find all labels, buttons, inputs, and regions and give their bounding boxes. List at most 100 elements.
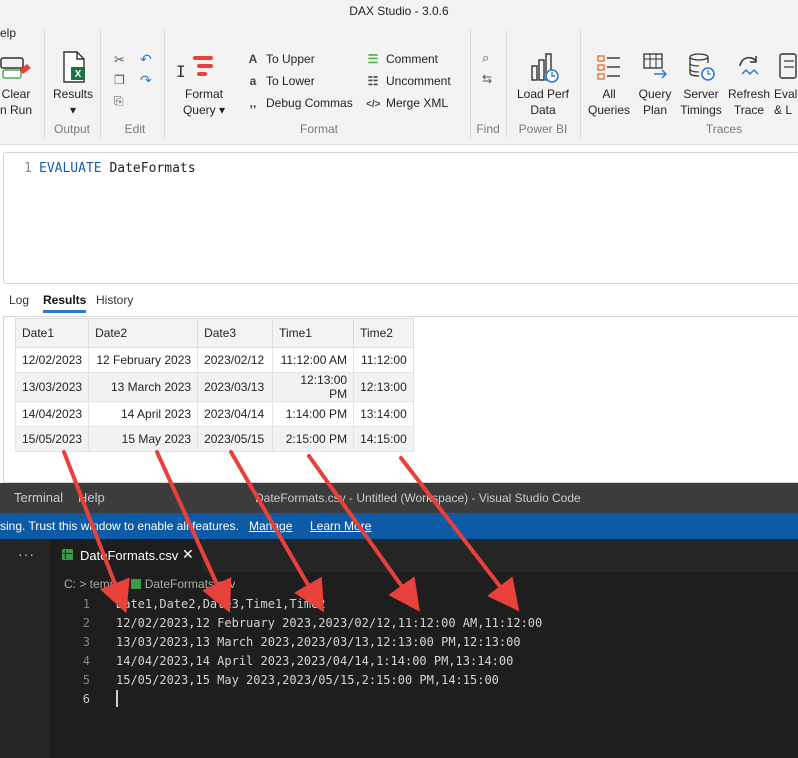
ribbon: elp Clear n Run X Results ▾ Output ✂ ↶ ❐… bbox=[0, 24, 798, 145]
cell-date1[interactable]: 12/02/2023 bbox=[14, 347, 90, 373]
menu-terminal[interactable]: Terminal bbox=[14, 490, 63, 505]
cell-date3[interactable]: 2023/02/12 bbox=[197, 347, 274, 373]
load-perf-data-button[interactable]: Load Perf Data bbox=[512, 50, 574, 118]
output-tabs: Log Results History bbox=[0, 290, 798, 314]
column-header-date2[interactable]: Date2 bbox=[88, 318, 199, 348]
group-separator bbox=[44, 30, 45, 138]
cell-time2[interactable]: 13:14:00 bbox=[353, 401, 414, 427]
line-number: 5 bbox=[82, 673, 90, 687]
cell-date1[interactable]: 15/05/2023 bbox=[14, 426, 90, 452]
more-actions-icon[interactable]: ··· bbox=[18, 546, 35, 562]
paste-icon: ⎘ bbox=[114, 94, 124, 108]
paste-button[interactable]: ⎘ bbox=[114, 94, 124, 109]
restricted-mode-banner: sing. Trust this window to enable all fe… bbox=[0, 513, 798, 539]
replace-button[interactable]: ⇆ bbox=[482, 72, 492, 86]
breadcrumb[interactable]: C: > temp > DateFormats.csv bbox=[64, 577, 235, 591]
query-plan-icon bbox=[643, 53, 668, 79]
line-number: 2 bbox=[82, 616, 90, 630]
evaluate-line1: Evalu bbox=[774, 87, 798, 101]
evaluate-and-log-button[interactable]: Evalu & L bbox=[774, 50, 798, 118]
all-queries-button[interactable]: All Queries bbox=[586, 50, 632, 118]
cell-date2[interactable]: 14 April 2023 bbox=[88, 401, 199, 427]
merge-xml-button[interactable]: </> Merge XML bbox=[366, 96, 448, 110]
clear-on-run-button[interactable]: Clear n Run bbox=[0, 50, 38, 118]
results-grid: Date1 Date2 Date3 Time1 Time2 12/02/2023… bbox=[14, 318, 414, 452]
comment-icon: ☰ bbox=[367, 52, 379, 66]
results-grid-area: Date1 Date2 Date3 Time1 Time2 12/02/2023… bbox=[3, 316, 798, 483]
query-plan-button[interactable]: Query Plan bbox=[632, 50, 678, 118]
line-number: 1 bbox=[82, 597, 90, 611]
refresh-trace-icon bbox=[739, 56, 759, 76]
breadcrumb-file[interactable]: DateFormats.csv bbox=[145, 577, 236, 591]
excel-file-icon: X bbox=[63, 51, 85, 83]
editor-code-line[interactable]: EVALUATE DateFormats bbox=[39, 161, 196, 176]
table-row[interactable]: 13/03/2023 13 March 2023 2023/03/13 12:1… bbox=[14, 372, 414, 402]
uncomment-button[interactable]: ☷ Uncomment bbox=[366, 74, 451, 88]
column-header-date3[interactable]: Date3 bbox=[197, 318, 274, 348]
menu-help-fragment[interactable]: elp bbox=[0, 26, 16, 40]
format-query-button[interactable]: Format Query ▾ bbox=[178, 50, 230, 118]
results-label: Results bbox=[52, 87, 93, 101]
menu-help[interactable]: Help bbox=[78, 490, 105, 505]
table-row[interactable]: 14/04/2023 14 April 2023 2023/04/14 1:14… bbox=[14, 401, 414, 427]
undo-button[interactable]: ↶ bbox=[140, 51, 152, 68]
debug-commas-button[interactable]: ,, Debug Commas bbox=[246, 96, 353, 110]
cell-time2[interactable]: 14:15:00 bbox=[353, 426, 414, 452]
refresh-trace-button[interactable]: Refresh Trace bbox=[726, 50, 772, 118]
merge-xml-label: Merge XML bbox=[386, 96, 449, 110]
group-separator bbox=[506, 30, 507, 138]
manage-link[interactable]: Manage bbox=[249, 519, 292, 533]
query-plan-line2: Plan bbox=[642, 103, 668, 117]
server-timings-line1: Server bbox=[683, 87, 719, 101]
uppercase-icon: A bbox=[248, 52, 258, 66]
text-cursor-ibeam-icon: I bbox=[176, 62, 186, 81]
cell-date2[interactable]: 15 May 2023 bbox=[88, 426, 199, 452]
cell-time1[interactable]: 12:13:00 PM bbox=[272, 372, 355, 402]
cell-time1[interactable]: 1:14:00 PM bbox=[272, 401, 355, 427]
search-icon: ⌕ bbox=[482, 50, 490, 65]
cell-time2[interactable]: 11:12:00 bbox=[353, 347, 414, 373]
redo-button[interactable]: ↷ bbox=[140, 72, 152, 89]
find-button[interactable]: ⌕ bbox=[482, 50, 489, 66]
table-name: DateFormats bbox=[101, 161, 196, 176]
tab-history[interactable]: History bbox=[96, 293, 133, 307]
cut-button[interactable]: ✂ bbox=[114, 52, 125, 68]
uncomment-label: Uncomment bbox=[386, 74, 451, 88]
debug-commas-label: Debug Commas bbox=[266, 96, 353, 110]
tab-results[interactable]: Results bbox=[43, 293, 87, 313]
cell-date1[interactable]: 14/04/2023 bbox=[14, 401, 90, 427]
cell-date2[interactable]: 13 March 2023 bbox=[88, 372, 199, 402]
cell-date1[interactable]: 13/03/2023 bbox=[14, 372, 90, 402]
copy-button[interactable]: ❐ bbox=[114, 73, 125, 87]
perf-data-icon bbox=[531, 53, 559, 83]
table-row[interactable]: 15/05/2023 15 May 2023 2023/05/15 2:15:0… bbox=[14, 426, 414, 452]
cell-date3[interactable]: 2023/04/14 bbox=[197, 401, 274, 427]
line-text: Date1,Date2,Date3,Time1,Time2 bbox=[116, 597, 326, 611]
cell-date2[interactable]: 12 February 2023 bbox=[88, 347, 199, 373]
cell-date3[interactable]: 2023/05/15 bbox=[197, 426, 274, 452]
query-plan-line1: Query bbox=[638, 87, 672, 101]
to-upper-label: To Upper bbox=[266, 52, 315, 66]
cell-date3[interactable]: 2023/03/13 bbox=[197, 372, 274, 402]
table-row[interactable]: 12/02/2023 12 February 2023 2023/02/12 1… bbox=[14, 347, 414, 373]
server-timings-button[interactable]: Server Timings bbox=[678, 50, 724, 118]
cell-time2[interactable]: 12:13:00 bbox=[353, 372, 414, 402]
learn-more-link[interactable]: Learn More bbox=[310, 519, 371, 533]
tab-log[interactable]: Log bbox=[9, 293, 29, 307]
clear-line1: Clear bbox=[1, 87, 31, 101]
breadcrumb-path[interactable]: C: > temp > bbox=[64, 577, 127, 591]
results-output-button[interactable]: X Results ▾ bbox=[50, 50, 96, 118]
column-header-time1[interactable]: Time1 bbox=[272, 318, 355, 348]
cell-time1[interactable]: 11:12:00 AM bbox=[272, 347, 355, 373]
cell-time1[interactable]: 2:15:00 PM bbox=[272, 426, 355, 452]
editor-tab-dateformats[interactable]: DateFormats.csv ✕ bbox=[50, 539, 202, 572]
query-editor[interactable]: 1 EVALUATE DateFormats bbox=[3, 152, 798, 284]
column-header-date1[interactable]: Date1 bbox=[14, 318, 90, 348]
comment-button[interactable]: ☰ Comment bbox=[366, 52, 438, 66]
line-text: 12/02/2023,12 February 2023,2023/02/12,1… bbox=[116, 616, 543, 630]
column-header-time2[interactable]: Time2 bbox=[353, 318, 414, 348]
to-lower-button[interactable]: a To Lower bbox=[246, 74, 315, 88]
close-icon[interactable]: ✕ bbox=[182, 546, 194, 563]
line-number: 4 bbox=[82, 654, 90, 668]
to-upper-button[interactable]: A To Upper bbox=[246, 52, 315, 66]
